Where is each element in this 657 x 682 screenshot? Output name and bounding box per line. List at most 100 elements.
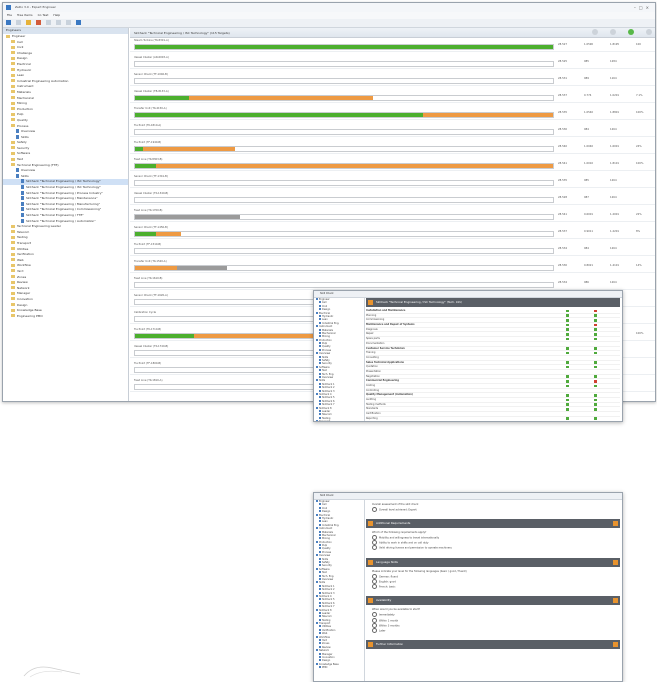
menu-tree-items[interactable]: Tree Items	[17, 13, 33, 17]
check-green-icon[interactable]	[594, 398, 597, 402]
menu-help[interactable]: Help	[53, 13, 60, 17]
form-line[interactable]: Overall level achieved: Expert	[372, 506, 614, 512]
radio-icon[interactable]	[372, 534, 377, 540]
radio-icon[interactable]	[372, 628, 377, 634]
check-green-icon[interactable]	[594, 318, 597, 322]
check-green-icon[interactable]	[594, 333, 597, 336]
check-green-icon[interactable]	[566, 375, 569, 378]
maximize-icon[interactable]: □	[639, 5, 646, 10]
copy-icon[interactable]	[55, 20, 61, 25]
radio-icon[interactable]	[372, 584, 377, 590]
target-row[interactable]: Transfer Unit (TK-1520-A) 28.530 0.8021 1.4…	[130, 259, 655, 273]
target-row[interactable]: Feed Line (TK-1610-B) 28.534 986 1264	[130, 276, 655, 290]
new-icon[interactable]	[6, 20, 11, 25]
check-green-icon[interactable]	[566, 408, 569, 411]
check-green-icon[interactable]	[566, 379, 569, 383]
folder-icon[interactable]	[25, 20, 31, 25]
settings-icon[interactable]	[646, 29, 652, 35]
check-green-icon[interactable]	[566, 361, 569, 364]
check-green-icon[interactable]	[594, 417, 597, 420]
menu-file[interactable]: File	[7, 13, 12, 17]
target-row[interactable]: Tie Point (TF-1940-B) 28.540 1.0040 1.6001 2…	[130, 140, 655, 154]
radio-icon[interactable]	[372, 617, 377, 623]
refresh-icon[interactable]	[75, 20, 81, 25]
check-green-icon[interactable]	[594, 328, 597, 331]
tree-item[interactable]: Engineering PMO	[3, 314, 128, 320]
check-green-icon[interactable]	[566, 333, 569, 336]
check-green-icon[interactable]	[566, 384, 569, 388]
form-line[interactable]: Valid driving license and permission to …	[372, 545, 614, 551]
check-green-icon[interactable]	[566, 417, 569, 420]
check-green-icon[interactable]	[594, 384, 597, 388]
radio-icon[interactable]	[372, 545, 377, 551]
check-green-icon[interactable]	[594, 314, 597, 317]
window-controls[interactable]: –□×	[634, 5, 652, 10]
target-row[interactable]: Transfer Unit (TK-4150-A) 28.535 1.0540 1.8…	[130, 106, 655, 120]
radio-icon[interactable]	[372, 578, 377, 584]
paste-icon[interactable]	[65, 20, 71, 25]
form-line[interactable]: French: basic	[372, 584, 614, 590]
check-green-icon[interactable]	[594, 365, 597, 369]
target-row[interactable]: Tie Point (TK-1810-A) 28.530 984 1264	[130, 123, 655, 137]
check-green-icon[interactable]	[566, 309, 569, 313]
target-row[interactable]: Sensor Check (TF-1040-B) 28.531 989 1164	[130, 72, 655, 86]
check-green-icon[interactable]	[566, 328, 569, 331]
row-values: 28.540 1.0040 1.6001 24%	[558, 144, 655, 148]
check-green-icon[interactable]	[594, 408, 597, 411]
check-red-icon[interactable]	[594, 323, 597, 327]
close-icon[interactable]: ×	[646, 5, 652, 10]
panel-tree-item[interactable]: PMO	[314, 666, 364, 669]
check-green-icon[interactable]	[566, 318, 569, 322]
check-green-icon[interactable]	[594, 351, 597, 355]
row-value: 28.540	[558, 145, 568, 148]
collapse-icon[interactable]	[613, 521, 618, 527]
check-green-icon[interactable]	[594, 375, 597, 378]
target-row[interactable]: Vessel Cluster (TK-1340-B) 28.528 987 1264	[130, 191, 655, 205]
check-green-icon[interactable]	[566, 337, 569, 341]
check-green-icon[interactable]	[566, 403, 569, 406]
target-row[interactable]: Feed Line (TK-1700-B) 28.541 0.6001 1.2001 2…	[130, 208, 655, 222]
target-row[interactable]: Vessel Cluster (AR-6003-A) 28.525 985 1284	[130, 55, 655, 69]
check-green-icon[interactable]	[594, 347, 597, 350]
target-label: Sensor Check (TF-1450-B)	[134, 226, 168, 229]
cut-icon[interactable]	[45, 20, 51, 25]
check-green-icon[interactable]	[566, 347, 569, 350]
radio-icon[interactable]	[372, 622, 377, 628]
check-green-icon[interactable]	[566, 314, 569, 317]
panel-tree-item[interactable]: Transport	[314, 420, 364, 421]
check-green-icon[interactable]	[566, 323, 569, 327]
radio-icon[interactable]	[372, 540, 377, 546]
radio-icon[interactable]	[372, 612, 377, 618]
target-row[interactable]: Steam Turbine (TK-8301-A) 28.527 1.0590 1.8…	[130, 38, 655, 52]
check-green-icon[interactable]	[566, 398, 569, 402]
collapse-icon[interactable]	[613, 642, 618, 648]
form-line[interactable]: Later	[372, 628, 614, 634]
menu-co-test[interactable]: Co Test	[38, 13, 49, 17]
tree-nodes: Engineer Cell Civil Challenge Design Electric…	[3, 34, 128, 319]
check-red-icon[interactable]	[594, 309, 597, 313]
radio-icon[interactable]	[372, 573, 377, 579]
check-green-icon[interactable]	[566, 351, 569, 355]
check-green-icon[interactable]	[566, 365, 569, 369]
check-green-icon[interactable]	[594, 403, 597, 406]
collapse-icon[interactable]	[613, 559, 618, 565]
target-row[interactable]: Sensor Check (TF-1450-B) 28.537 0.9011 1.22…	[130, 225, 655, 239]
open-icon[interactable]	[15, 20, 21, 25]
skill-row[interactable]: Safety	[366, 422, 620, 423]
check-green-icon[interactable]	[594, 337, 597, 341]
check-red-icon[interactable]	[594, 379, 597, 383]
target-row[interactable]: Vessel Cluster (TB-8133-A) 28.537 0.774 1.0…	[130, 89, 655, 103]
delete-icon[interactable]	[35, 20, 41, 25]
check-green-icon[interactable]	[566, 393, 569, 397]
target-row[interactable]: Tie Point (TF-1510-B) 28.534 984 1264	[130, 242, 655, 256]
collapse-icon[interactable]	[613, 598, 618, 604]
filter-icon[interactable]	[592, 29, 599, 35]
radio-icon[interactable]	[372, 506, 377, 512]
target-row[interactable]: Feed Line (TK-8303-B) 28.541 1.0010 1.8101 1…	[130, 157, 655, 171]
document-icon	[319, 652, 321, 655]
target-row[interactable]: Sensor Check (TF-1341-B) 28.535 985 1264	[130, 174, 655, 188]
status-ok-icon[interactable]	[628, 29, 635, 35]
check-green-icon[interactable]	[594, 393, 597, 397]
check-green-icon[interactable]	[594, 361, 597, 364]
print-icon[interactable]	[610, 29, 617, 35]
